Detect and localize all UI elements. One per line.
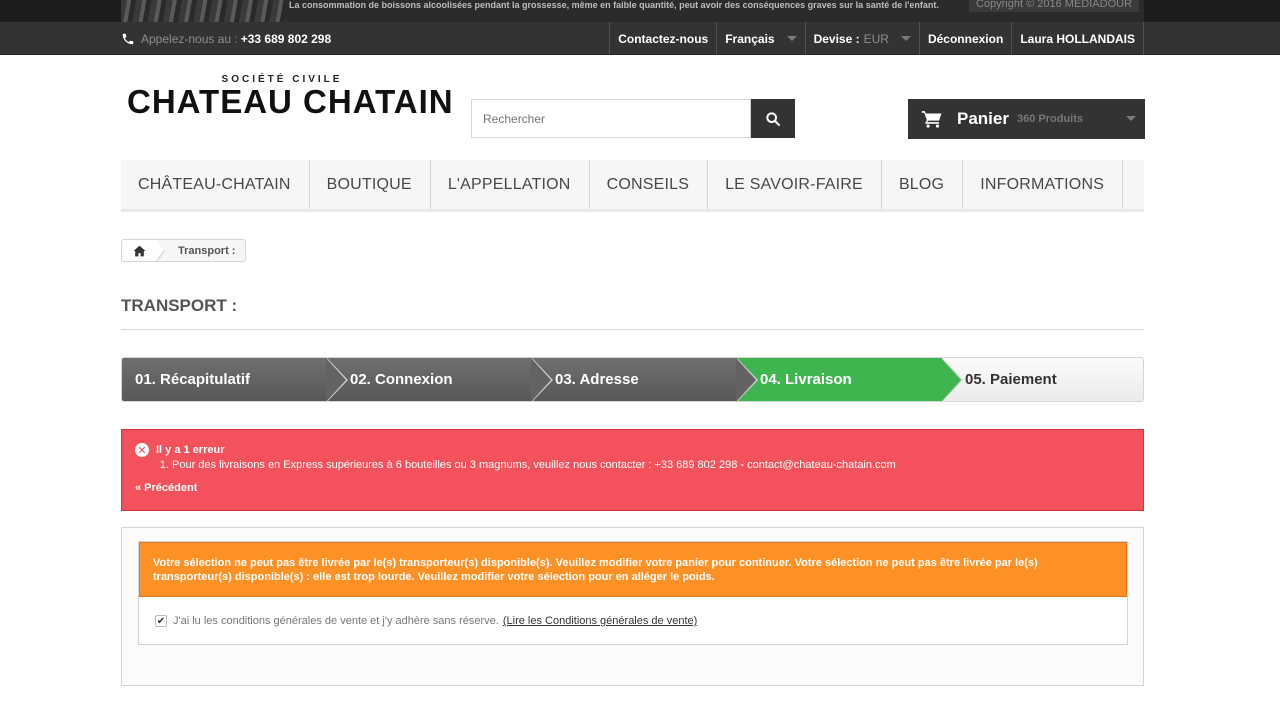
health-warning-text: La consommation de boissons alcoolisées … bbox=[289, 0, 939, 10]
terms-row: ✔ J'ai lu les conditions générales de ve… bbox=[139, 597, 1127, 645]
phone-contact: Appelez-nous au : +33 689 802 298 bbox=[121, 22, 331, 55]
language-value: Français bbox=[725, 31, 775, 46]
breadcrumb-current: Transport : bbox=[178, 244, 236, 257]
nav-item-blog[interactable]: BLOG bbox=[882, 160, 964, 209]
delivery-options-box: Votre sélection ne peut pas être livrée … bbox=[121, 527, 1144, 686]
cart-count: 360 Produits bbox=[1016, 113, 1084, 125]
nav-item-conseils[interactable]: CONSEILS bbox=[590, 160, 709, 209]
user-account-link[interactable]: Laura HOLLANDAIS bbox=[1011, 22, 1144, 55]
previous-link[interactable]: « Précédent bbox=[135, 482, 1130, 494]
top-bar: Appelez-nous au : +33 689 802 298 Contac… bbox=[0, 22, 1280, 55]
step-summary[interactable]: 01. Récapitulatif bbox=[122, 358, 348, 401]
checkmark-icon: ✔ bbox=[156, 615, 166, 627]
phone-label: Appelez-nous au : bbox=[141, 31, 238, 46]
terms-link[interactable]: (Lire les Conditions générales de vente) bbox=[503, 615, 697, 627]
nav-item-appellation[interactable]: L'APPELLATION bbox=[431, 160, 590, 209]
breadcrumb: Transport : bbox=[121, 239, 247, 262]
logout-link[interactable]: Déconnexion bbox=[918, 22, 1011, 55]
home-icon bbox=[133, 245, 145, 256]
delivery-warning: Votre sélection ne peut pas être livrée … bbox=[139, 542, 1127, 597]
step-label: 05. Paiement bbox=[965, 371, 1057, 388]
step-shipping: 04. Livraison bbox=[737, 358, 963, 401]
nav-item-chateau-chatain[interactable]: CHÂTEAU-CHATAIN bbox=[121, 160, 310, 209]
shopping-cart-icon bbox=[921, 111, 942, 128]
cart-button[interactable]: Panier 360 Produits bbox=[908, 99, 1145, 139]
banner-photo bbox=[121, 0, 286, 22]
currency-value: EUR bbox=[863, 31, 889, 46]
error-alert: ✕ Il y a 1 erreur Pour des livraisons en… bbox=[121, 429, 1144, 511]
checkout-steps: 01. Récapitulatif 02. Connexion 03. Adre… bbox=[121, 357, 1144, 402]
error-list: Pour des livraisons en Express supérieur… bbox=[172, 459, 1130, 471]
currency-label: Devise : bbox=[813, 31, 860, 46]
step-label: 03. Adresse bbox=[555, 371, 639, 388]
chevron-down-icon bbox=[1126, 116, 1136, 121]
delivery-options-inner: Votre sélection ne peut pas être livrée … bbox=[138, 541, 1128, 645]
step-label: 01. Récapitulatif bbox=[135, 371, 251, 388]
page-title: TRANSPORT : bbox=[121, 296, 1144, 330]
contact-link[interactable]: Contactez-nous bbox=[609, 22, 716, 55]
step-login[interactable]: 02. Connexion bbox=[327, 358, 553, 401]
error-icon: ✕ bbox=[135, 443, 149, 457]
top-nav: Contactez-nous Français Devise : EUR Déc… bbox=[609, 22, 1144, 55]
site-logo[interactable]: SOCIÉTÉ CIVILE CHATEAU CHATAIN bbox=[127, 74, 454, 120]
language-selector[interactable]: Français bbox=[716, 22, 804, 55]
search-icon bbox=[766, 111, 781, 126]
currency-selector[interactable]: Devise : EUR bbox=[804, 22, 919, 55]
breadcrumb-home[interactable] bbox=[122, 240, 164, 261]
chevron-down-icon bbox=[900, 36, 911, 41]
error-title-row: ✕ Il y a 1 erreur bbox=[135, 443, 1130, 457]
step-label: 02. Connexion bbox=[350, 371, 453, 388]
cart-label: Panier bbox=[957, 109, 1009, 128]
phone-icon bbox=[122, 33, 134, 44]
error-title: Il y a 1 erreur bbox=[156, 444, 225, 456]
health-warning-banner: La consommation de boissons alcoolisées … bbox=[0, 0, 1280, 22]
main-nav: CHÂTEAU-CHATAIN BOUTIQUE L'APPELLATION C… bbox=[121, 160, 1144, 212]
nav-item-savoir-faire[interactable]: LE SAVOIR-FAIRE bbox=[708, 160, 882, 209]
step-address[interactable]: 03. Adresse bbox=[532, 358, 758, 401]
health-warning-inner: La consommation de boissons alcoolisées … bbox=[121, 0, 1144, 22]
step-payment: 05. Paiement bbox=[942, 358, 1143, 401]
copyright-notice: Copyright © 2016 MEDIADOUR bbox=[969, 0, 1139, 12]
error-item: Pour des livraisons en Express supérieur… bbox=[172, 459, 1130, 471]
step-label: 04. Livraison bbox=[760, 371, 852, 388]
phone-number: +33 689 802 298 bbox=[240, 31, 332, 46]
logo-title: CHATEAU CHATAIN bbox=[127, 83, 454, 120]
terms-text: J'ai lu les conditions générales de vent… bbox=[173, 615, 499, 627]
chevron-down-icon bbox=[786, 36, 797, 41]
search-input[interactable] bbox=[471, 99, 751, 138]
terms-checkbox[interactable]: ✔ bbox=[155, 615, 167, 627]
search-button[interactable] bbox=[751, 99, 795, 138]
nav-item-informations[interactable]: INFORMATIONS bbox=[963, 160, 1124, 209]
nav-item-boutique[interactable]: BOUTIQUE bbox=[310, 160, 431, 209]
